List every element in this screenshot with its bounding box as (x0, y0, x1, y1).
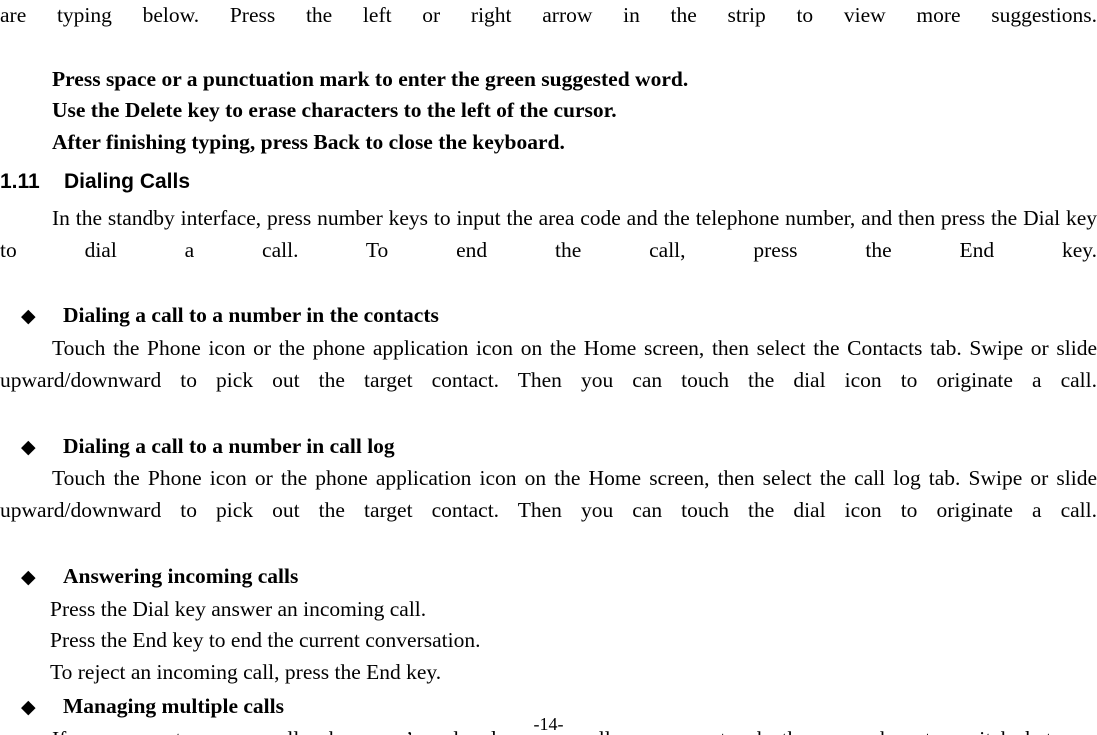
instruction-statement: After finishing typing, press Back to cl… (52, 130, 565, 155)
bullet-sub-line: Press the Dial key answer an incoming ca… (50, 596, 427, 621)
diamond-bullet-icon: ◆ (21, 305, 36, 328)
instruction-statement: Press space or a punctuation mark to ent… (52, 66, 689, 91)
bullet-item: ◆ Dialing a call to a number in call log (0, 431, 1097, 464)
continuation-paragraph: are typing below. Press the left or righ… (0, 3, 1097, 27)
diamond-bullet-icon: ◆ (21, 435, 36, 458)
bullet-item: ◆ Answering incoming calls (0, 561, 1097, 594)
bullet-sub-line: To reject an incoming call, press the En… (50, 660, 442, 685)
bullet-title: Answering incoming calls (63, 563, 299, 588)
instruction-statement: Use the Delete key to erase characters t… (52, 98, 617, 123)
page-content: are typing below. Press the left or righ… (0, 0, 1097, 735)
document-page: are typing below. Press the left or righ… (0, 0, 1097, 735)
section-heading: 1.11 Dialing Calls (0, 167, 1097, 197)
bullet-body-paragraph: Touch the Phone icon or the phone applic… (0, 336, 1097, 392)
section-number: 1.11 (0, 169, 40, 193)
section-title: Dialing Calls (64, 169, 191, 193)
bullet-body-paragraph: Touch the Phone icon or the phone applic… (0, 466, 1097, 523)
bullet-title: Dialing a call to a number in call log (63, 433, 395, 458)
bullet-item: ◆ Dialing a call to a number in the cont… (0, 300, 1097, 333)
diamond-bullet-icon: ◆ (21, 565, 36, 588)
page-number: -14- (533, 714, 564, 734)
bullet-sub-line: Press the End key to end the current con… (50, 628, 481, 653)
bullet-title: Dialing a call to a number in the contac… (63, 303, 439, 328)
section-intro-paragraph: In the standby interface, press number k… (0, 205, 1097, 262)
